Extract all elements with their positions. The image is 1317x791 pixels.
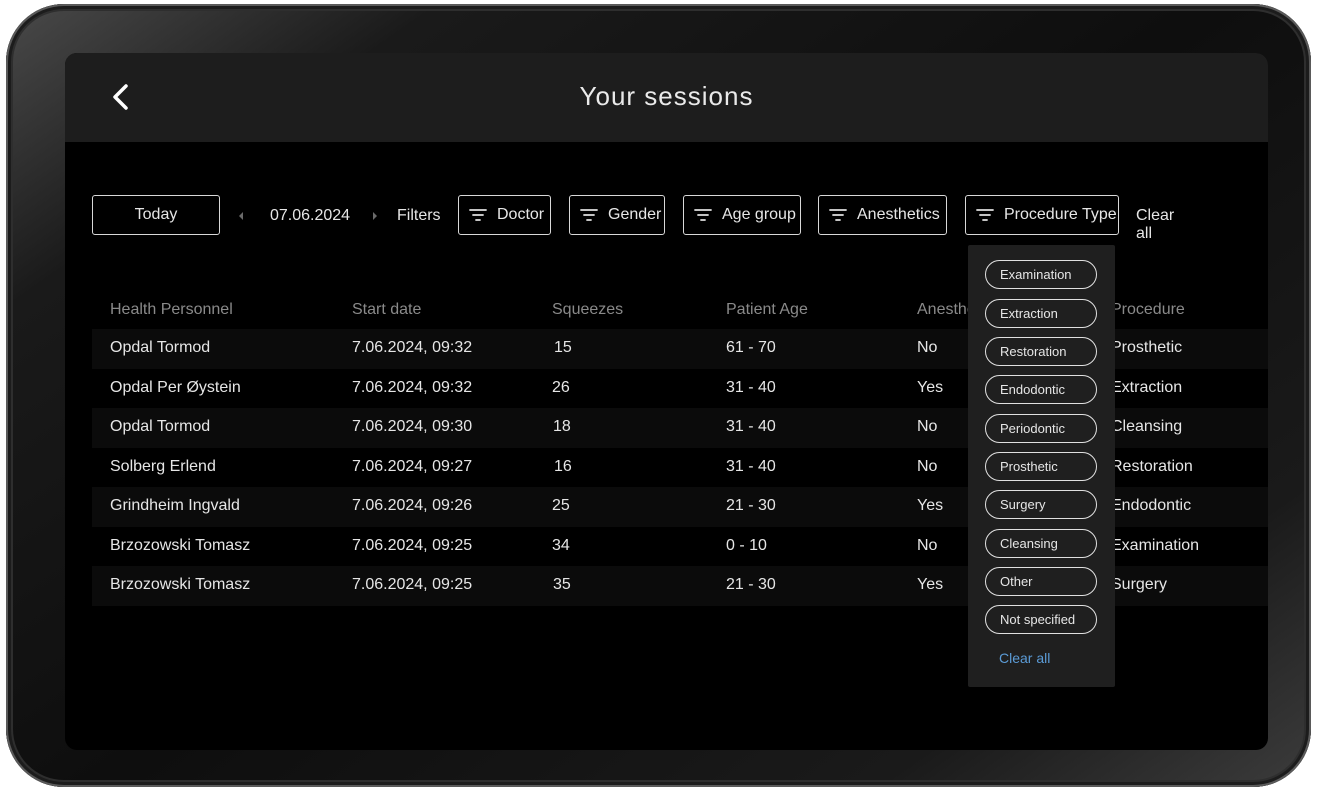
cell-health-personnel: Brzozowski Tomasz: [110, 536, 251, 554]
column-header[interactable]: Anesthe: [917, 301, 976, 319]
column-header[interactable]: Procedure: [1111, 301, 1185, 319]
filter-age-group-button[interactable]: Age group: [683, 195, 801, 235]
cell-patient-age: 31 - 40: [726, 457, 776, 475]
filter-anesthetics-button[interactable]: Anesthetics: [818, 195, 947, 235]
clear-all-button[interactable]: Clear all: [1136, 207, 1174, 243]
caret-left-icon[interactable]: [237, 210, 245, 222]
cell-health-personnel: Opdal Per Øystein: [110, 378, 241, 396]
cell-start-date: 7.06.2024, 09:25: [352, 576, 473, 593]
cell-patient-age: 31 - 40: [726, 378, 776, 396]
column-header[interactable]: Start date: [352, 301, 421, 319]
procedure-chip-restoration[interactable]: Restoration: [985, 337, 1097, 366]
cell-procedure: Cleansing: [1111, 418, 1183, 435]
cell-anesthetics: Yes: [917, 576, 944, 593]
cell-anesthetics: No: [917, 418, 938, 435]
procedure-chip-periodontic[interactable]: Periodontic: [985, 414, 1097, 443]
today-button[interactable]: Today: [92, 195, 220, 235]
cell-start-date: 7.06.2024, 09:32: [352, 378, 473, 396]
cell-procedure: Surgery: [1111, 576, 1168, 593]
cell-squeezes: 15: [554, 339, 572, 356]
cell-anesthetics: No: [917, 536, 938, 554]
procedure-chip-prosthetic[interactable]: Prosthetic: [985, 452, 1097, 481]
filter-procedure-type-label: Procedure Type: [1004, 206, 1117, 223]
cell-squeezes: 18: [553, 418, 571, 435]
procedure-chip-endodontic[interactable]: Endodontic: [985, 375, 1097, 404]
cell-procedure: Extraction: [1111, 378, 1183, 396]
cell-start-date: 7.06.2024, 09:27: [352, 457, 473, 475]
filter-icon: [580, 209, 598, 221]
filter-age-group-label: Age group: [722, 206, 796, 223]
procedure-chip-not-specified[interactable]: Not specified: [985, 605, 1097, 634]
cell-anesthetics: No: [917, 457, 938, 475]
filter-icon: [829, 209, 847, 221]
filter-icon: [976, 209, 994, 221]
caret-right-icon[interactable]: [371, 210, 379, 222]
cell-anesthetics: Yes: [917, 378, 944, 396]
filter-doctor-label: Doctor: [497, 206, 545, 223]
procedure-chip-other[interactable]: Other: [985, 567, 1097, 596]
cell-patient-age: 0 - 10: [726, 536, 767, 554]
tablet-frame: Your sessions Today 07.06.2024 Filters D…: [6, 4, 1311, 787]
cell-health-personnel: Solberg Erlend: [110, 457, 216, 475]
filter-doctor-button[interactable]: Doctor: [458, 195, 551, 235]
cell-patient-age: 61 - 70: [726, 339, 776, 356]
column-header[interactable]: Squeezes: [552, 301, 623, 319]
cell-procedure: Prosthetic: [1111, 339, 1183, 356]
cell-squeezes: 34: [552, 536, 570, 554]
cell-start-date: 7.06.2024, 09:26: [352, 497, 473, 514]
cell-start-date: 7.06.2024, 09:30: [352, 418, 473, 435]
filter-gender-label: Gender: [608, 206, 662, 223]
cell-squeezes: 16: [554, 457, 572, 475]
cell-health-personnel: Brzozowski Tomasz: [110, 576, 251, 593]
column-header[interactable]: Patient Age: [726, 301, 808, 319]
cell-start-date: 7.06.2024, 09:25: [352, 536, 473, 554]
cell-procedure: Endodontic: [1111, 497, 1192, 514]
filter-icon: [469, 209, 487, 221]
filter-procedure-type-button[interactable]: Procedure Type: [965, 195, 1119, 235]
cell-anesthetics: Yes: [917, 497, 944, 514]
app-header: Your sessions: [65, 53, 1268, 142]
cell-health-personnel: Opdal Tormod: [110, 339, 211, 356]
procedure-type-dropdown: Examination Extraction Restoration Endod…: [968, 245, 1115, 687]
page-title: Your sessions: [579, 81, 754, 111]
cell-health-personnel: Opdal Tormod: [110, 418, 211, 435]
cell-health-personnel: Grindheim Ingvald: [110, 497, 240, 514]
cell-patient-age: 31 - 40: [726, 418, 776, 435]
procedure-chip-extraction[interactable]: Extraction: [985, 299, 1097, 328]
procedure-chip-surgery[interactable]: Surgery: [985, 490, 1097, 519]
cell-squeezes: 26: [552, 378, 570, 396]
dropdown-clear-all-link[interactable]: Clear all: [999, 650, 1050, 666]
filter-gender-button[interactable]: Gender: [569, 195, 665, 235]
cell-start-date: 7.06.2024, 09:32: [352, 339, 473, 356]
procedure-chip-examination[interactable]: Examination: [985, 260, 1097, 289]
cell-patient-age: 21 - 30: [726, 497, 776, 514]
filter-anesthetics-label: Anesthetics: [857, 206, 940, 223]
cell-procedure: Examination: [1111, 536, 1200, 554]
cell-squeezes: 25: [552, 497, 570, 514]
cell-squeezes: 35: [553, 576, 571, 593]
cell-anesthetics: No: [917, 339, 938, 356]
cell-procedure: Restoration: [1111, 457, 1193, 475]
filter-icon: [694, 209, 712, 221]
date-display[interactable]: 07.06.2024: [270, 207, 350, 225]
procedure-chip-cleansing[interactable]: Cleansing: [985, 529, 1097, 558]
cell-patient-age: 21 - 30: [726, 576, 776, 593]
filters-label: Filters: [397, 207, 441, 224]
column-header[interactable]: Health Personnel: [110, 301, 233, 319]
app-screen: Your sessions Today 07.06.2024 Filters D…: [65, 53, 1268, 750]
